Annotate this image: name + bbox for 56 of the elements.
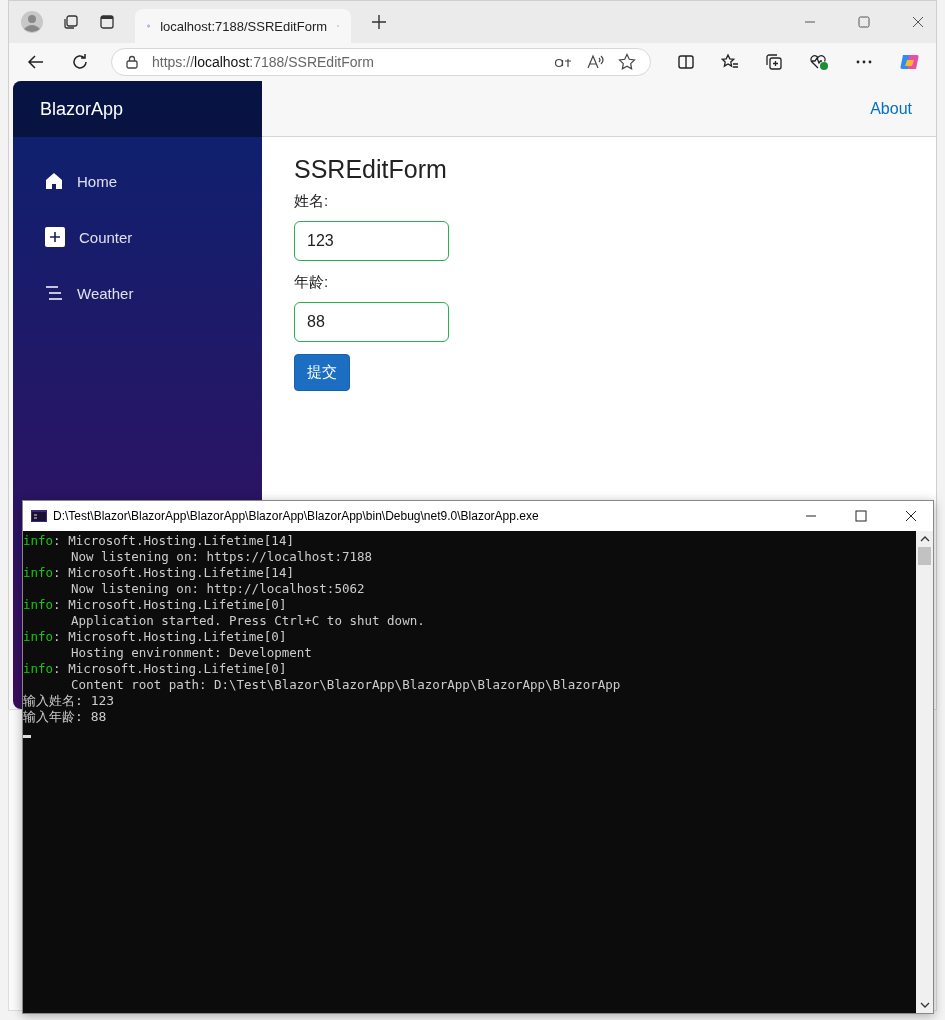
log-text: 输入年龄: 88 — [23, 709, 107, 724]
log-level: info — [23, 565, 54, 580]
log-text: Content root path: D:\Test\Blazor\BlazorApp\BlazorApp\BlazorApp\BlazorApp — [71, 677, 621, 692]
list-icon — [45, 286, 63, 300]
nav-link[interactable]: Weather — [13, 265, 262, 321]
log-text: Now listening on: http://localhost:5062 — [71, 581, 365, 596]
log-text: : Microsoft.Hosting.Lifetime[14] — [53, 533, 294, 548]
log-level: info — [23, 661, 54, 676]
nav-link[interactable]: Home — [13, 153, 262, 209]
new-tab-icon[interactable] — [371, 14, 387, 30]
log-level: info — [23, 533, 54, 548]
tabs-icon[interactable] — [63, 14, 79, 30]
browser-tab[interactable]: localhost:7188/SSREditForm — [135, 9, 351, 43]
back-icon[interactable] — [27, 53, 45, 71]
input-field[interactable]: 123 — [294, 221, 449, 261]
input-field[interactable]: 88 — [294, 302, 449, 342]
field-label: 年龄: — [294, 273, 329, 292]
favorites-icon[interactable] — [721, 53, 739, 71]
log-level: info — [23, 629, 54, 644]
scroll-thumb[interactable] — [918, 547, 931, 565]
home-icon — [45, 172, 63, 190]
refresh-icon[interactable] — [71, 53, 89, 71]
scrollbar[interactable] — [916, 531, 933, 1013]
log-text: : Microsoft.Hosting.Lifetime[0] — [53, 597, 287, 612]
url-text: https://localhost:7188/SSREditForm — [152, 54, 374, 70]
log-level: info — [23, 597, 54, 612]
about-link[interactable]: About — [870, 99, 912, 118]
read-aloud-icon[interactable] — [586, 54, 604, 70]
submit-button[interactable]: 提交 — [294, 354, 350, 391]
log-text: Now listening on: https://localhost:7188 — [71, 549, 373, 564]
maximize-icon[interactable] — [855, 510, 867, 522]
log-text: : Microsoft.Hosting.Lifetime[0] — [53, 629, 287, 644]
heart-pulse-icon[interactable] — [809, 53, 829, 71]
scroll-up-icon[interactable] — [919, 535, 930, 543]
field-label: 姓名: — [294, 192, 329, 211]
log-text: : Microsoft.Hosting.Lifetime[0] — [53, 661, 287, 676]
split-screen-icon[interactable] — [677, 53, 695, 71]
profile-icon[interactable] — [21, 11, 43, 33]
log-text: : Microsoft.Hosting.Lifetime[14] — [53, 565, 294, 580]
log-text: 输入姓名: 123 — [23, 693, 115, 708]
window-title: D:\Test\Blazor\BlazorApp\BlazorApp\BlazorApp\BlazorApp\bin\Debug\net9.0\BlazorApp.exe — [53, 509, 539, 523]
brand-title[interactable]: BlazorApp — [13, 81, 262, 137]
star-icon[interactable] — [618, 53, 636, 71]
page-heading: SSREditForm — [294, 155, 447, 184]
sidebar-toggle-icon[interactable] — [99, 14, 115, 30]
scroll-down-icon[interactable] — [919, 1001, 930, 1009]
text-cursor — [23, 735, 31, 738]
address-bar[interactable]: https://localhost:7188/SSREditForm — [111, 48, 651, 76]
console-icon — [31, 510, 47, 522]
lock-icon — [126, 55, 138, 69]
maximize-icon[interactable] — [858, 16, 870, 28]
plus-icon — [45, 227, 65, 247]
log-text: Hosting environment: Development — [71, 645, 312, 660]
collections-icon[interactable] — [765, 53, 783, 71]
log-text: Application started. Press Ctrl+C to shut down. — [71, 613, 425, 628]
nav-link[interactable]: Counter — [13, 209, 262, 265]
